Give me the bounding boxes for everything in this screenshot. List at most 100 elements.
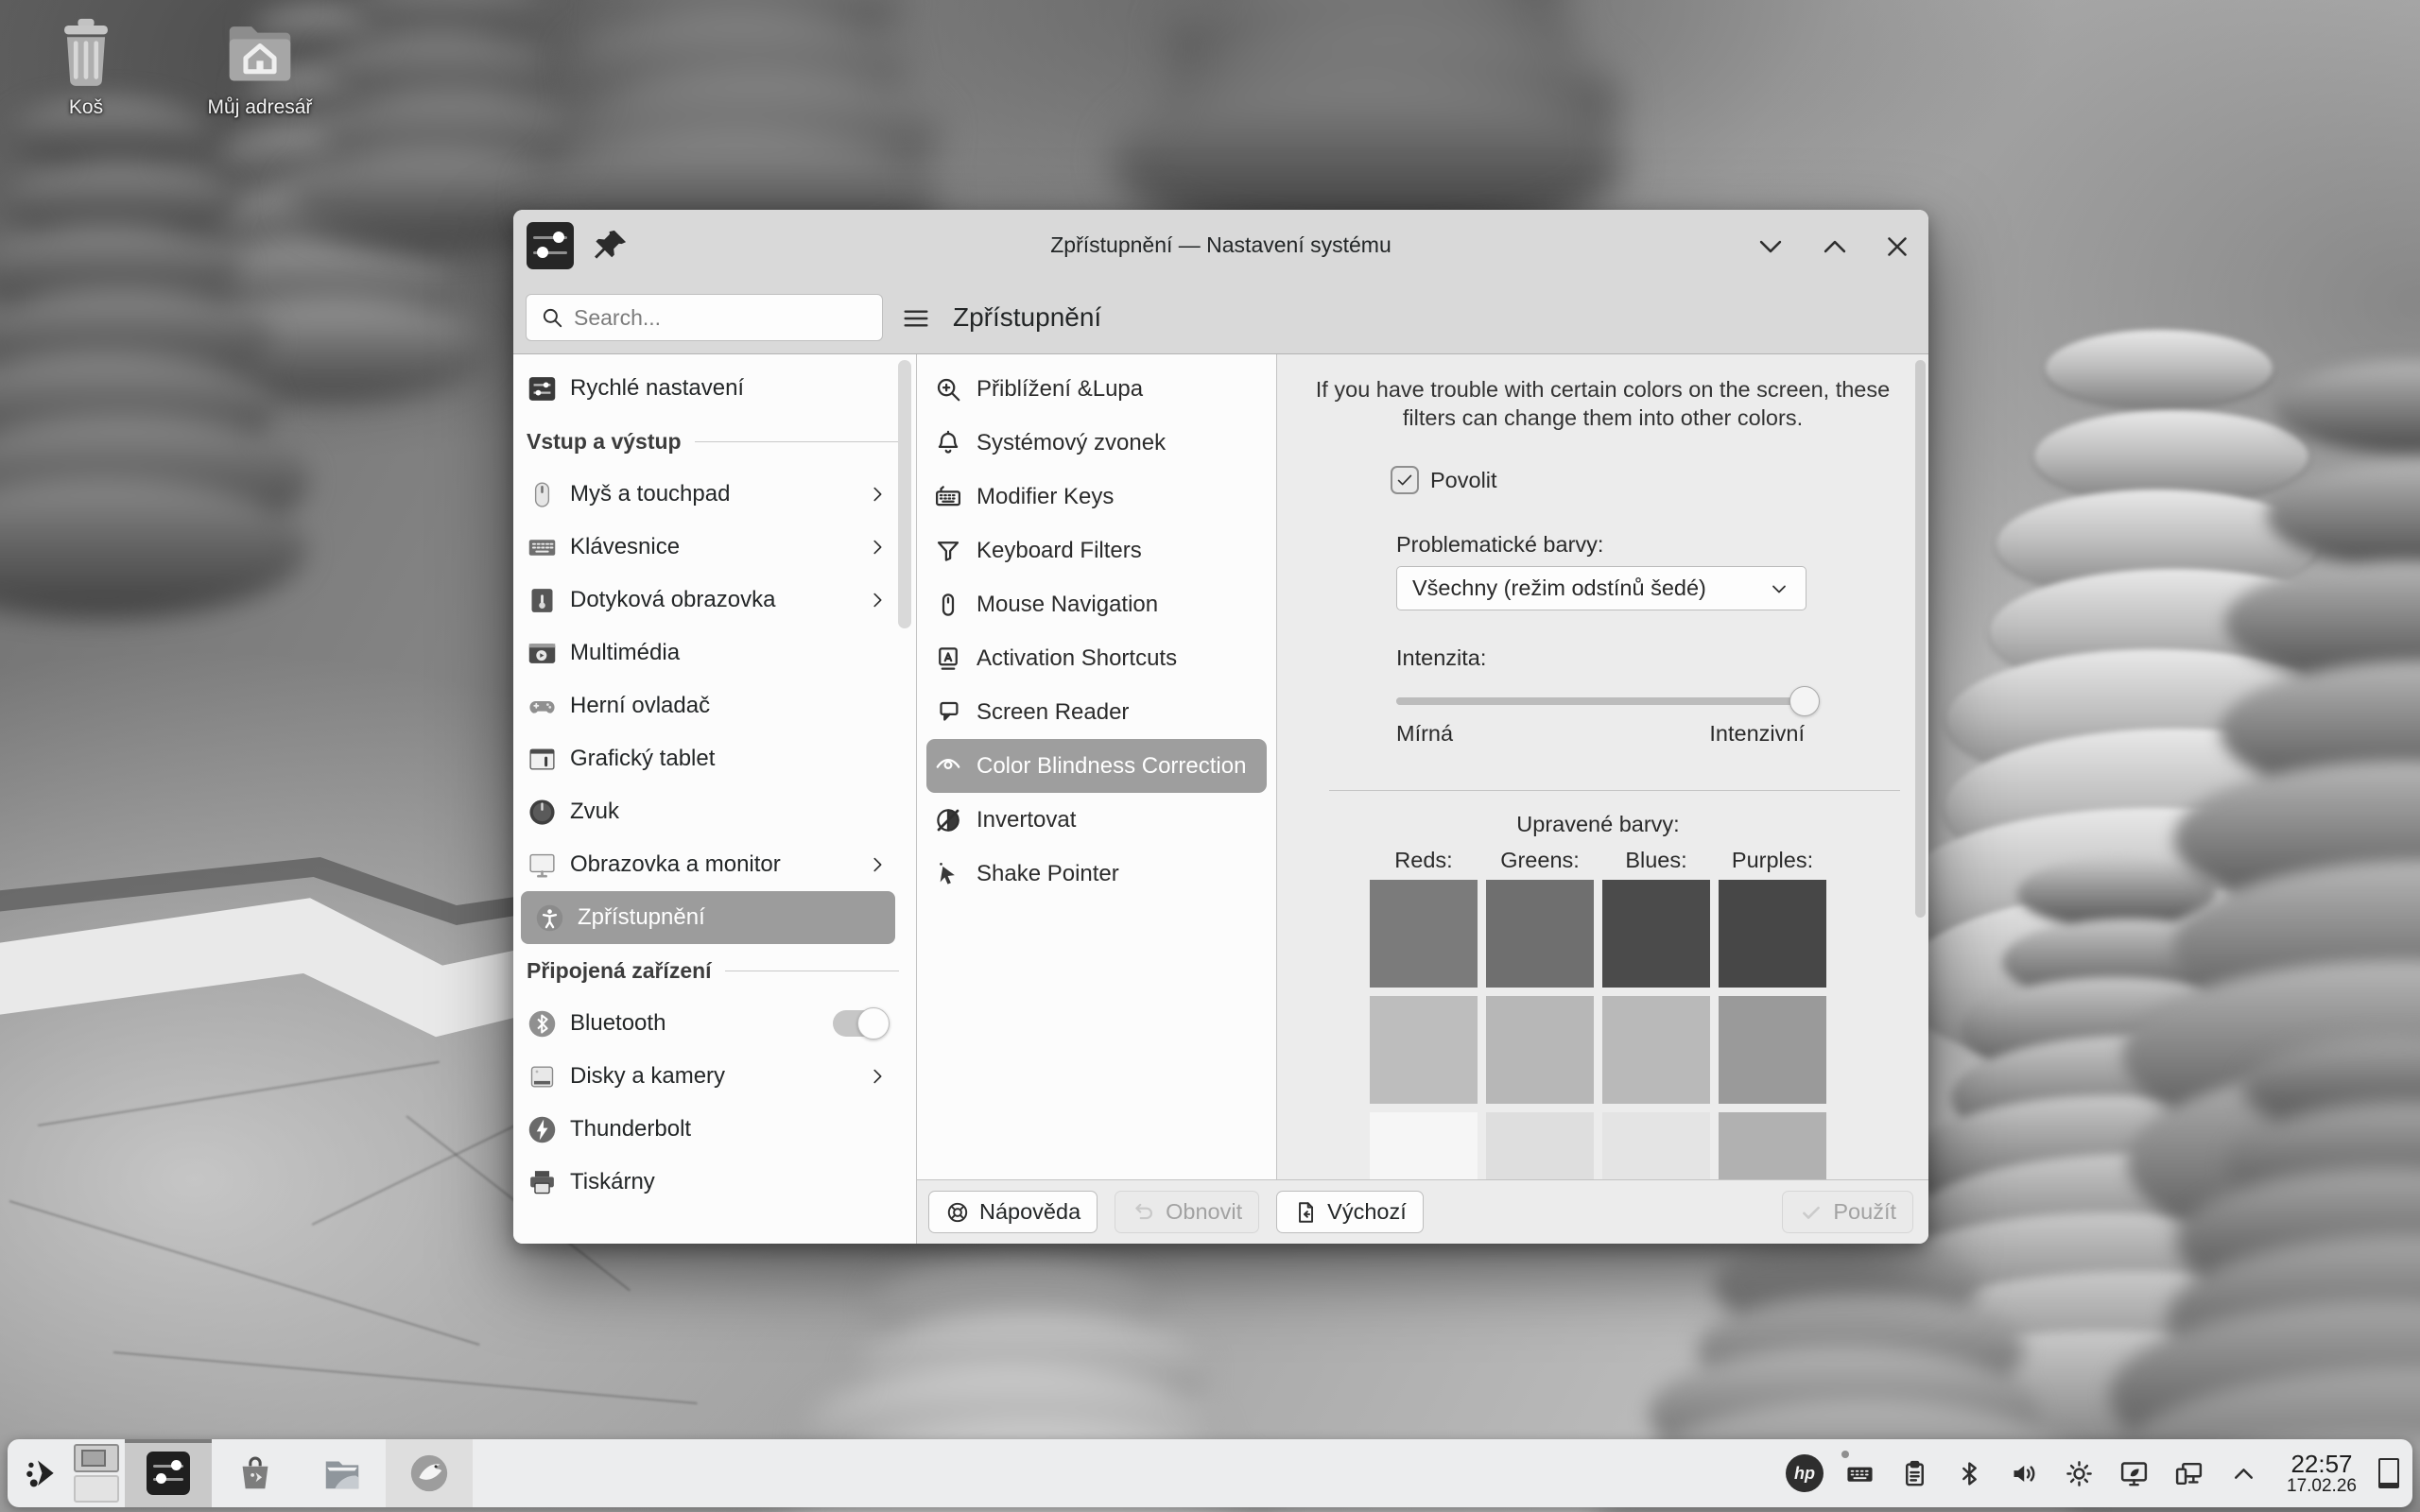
desktop-icon-home[interactable]: Můj adresář bbox=[199, 11, 321, 119]
help-button[interactable]: Nápověda bbox=[928, 1191, 1098, 1233]
accessibility-item-keyboard-filters[interactable]: Keyboard Filters bbox=[917, 524, 1276, 577]
tray-power-leaf-icon[interactable] bbox=[2106, 1439, 2161, 1507]
sidebar-item-dotykov-obrazovka[interactable]: Dotyková obrazovka bbox=[513, 574, 916, 627]
undo-icon bbox=[1132, 1200, 1156, 1225]
window-header: Zpřístupnění — Nastavení systému Search.… bbox=[513, 210, 1928, 354]
sidebar-item-label: Multimédia bbox=[570, 640, 888, 666]
bell-icon bbox=[934, 429, 962, 457]
accessibility-item-label: Color Blindness Correction bbox=[977, 753, 1246, 780]
pager-desktop-2[interactable] bbox=[74, 1475, 119, 1503]
intensity-slider[interactable] bbox=[1396, 685, 1805, 715]
desktop-icon-trash[interactable]: Koš bbox=[25, 11, 147, 119]
show-desktop-button[interactable] bbox=[2373, 1439, 2405, 1507]
sidebar-item-obrazovka-a-monitor[interactable]: Obrazovka a monitor bbox=[513, 838, 916, 891]
keyboard-icon bbox=[527, 532, 558, 563]
problem-colors-dropdown[interactable]: Všechny (režim odstínů šedé) bbox=[1396, 566, 1806, 610]
tray-display-connect-icon[interactable] bbox=[2161, 1439, 2216, 1507]
sidebar-item-zp-stupn-n-[interactable]: Zpřístupnění bbox=[521, 891, 895, 944]
titlebar[interactable]: Zpřístupnění — Nastavení systému bbox=[513, 210, 1928, 281]
accessibility-item-label: Shake Pointer bbox=[977, 861, 1119, 887]
sidebar-item-multim-dia[interactable]: Multimédia bbox=[513, 627, 916, 679]
sidebar-section-header: Připojená zařízení bbox=[513, 944, 916, 997]
taskbar-task-systemsettings[interactable] bbox=[125, 1439, 212, 1507]
sidebar-section-label: Připojená zařízení bbox=[527, 958, 712, 984]
tray-keyboard-tray-icon[interactable] bbox=[1832, 1439, 1887, 1507]
sidebar-item-kl-vesnice[interactable]: Klávesnice bbox=[513, 521, 916, 574]
taskbar-task-falkon[interactable] bbox=[386, 1439, 473, 1507]
toolbar: Search... Zpřístupnění bbox=[513, 281, 1928, 354]
sidebar-item-disky-a-kamery[interactable]: Disky a kamery bbox=[513, 1050, 916, 1103]
sidebar: Rychlé nastavení Vstup a výstupMyš a touc… bbox=[513, 354, 917, 1244]
discover-icon bbox=[233, 1452, 277, 1495]
sidebar-item-tisk-rny[interactable]: Tiskárny bbox=[513, 1156, 916, 1209]
color-swatch bbox=[1486, 880, 1594, 988]
application-launcher-icon[interactable] bbox=[15, 1439, 68, 1507]
virtual-desktop-pager[interactable] bbox=[74, 1444, 119, 1503]
falkon-icon bbox=[407, 1452, 451, 1495]
sidebar-item-label: Rychlé nastavení bbox=[570, 375, 888, 402]
accessibility-item-shake-pointer[interactable]: Shake Pointer bbox=[917, 847, 1276, 901]
tray-chevron-up-tray-icon[interactable] bbox=[2216, 1439, 2271, 1507]
sidebar-item-thunderbolt[interactable]: Thunderbolt bbox=[513, 1103, 916, 1156]
tray-hp-icon[interactable]: hp bbox=[1777, 1439, 1832, 1507]
accessibility-item-invertovat[interactable]: Invertovat bbox=[917, 793, 1276, 847]
search-icon bbox=[540, 305, 564, 330]
accessibility-item-screen-reader[interactable]: Screen Reader bbox=[917, 685, 1276, 739]
enable-checkbox[interactable] bbox=[1391, 466, 1419, 494]
drives-icon bbox=[527, 1061, 558, 1092]
accessibility-item-label: Přiblížení &Lupa bbox=[977, 376, 1143, 403]
sidebar-item-label: Herní ovladač bbox=[570, 693, 888, 719]
sidebar-section-header: Vstup a výstup bbox=[513, 415, 916, 468]
accessibility-item-syst-mov-zvonek[interactable]: Systémový zvonek bbox=[917, 416, 1276, 470]
help-icon bbox=[945, 1200, 970, 1225]
sidebar-item-label: Grafický tablet bbox=[570, 746, 888, 772]
pager-desktop-1[interactable] bbox=[74, 1444, 119, 1472]
tray-brightness-icon[interactable] bbox=[2051, 1439, 2106, 1507]
maximize-button[interactable] bbox=[1817, 229, 1853, 265]
sidebar-item-rychl-nastaven-[interactable]: Rychlé nastavení bbox=[513, 362, 916, 415]
color-swatch bbox=[1486, 996, 1594, 1104]
accessibility-item-mouse-navigation[interactable]: Mouse Navigation bbox=[917, 577, 1276, 631]
sidebar-item-bluetooth[interactable]: Bluetooth bbox=[513, 997, 916, 1050]
slider-handle[interactable] bbox=[1789, 686, 1820, 716]
defaults-button[interactable]: Výchozí bbox=[1276, 1191, 1424, 1233]
reset-button[interactable]: Obnovit bbox=[1115, 1191, 1259, 1233]
minimize-button[interactable] bbox=[1753, 229, 1789, 265]
accessibility-item-modifier-keys[interactable]: Modifier Keys bbox=[917, 470, 1276, 524]
taskbar-task-discover[interactable] bbox=[212, 1439, 299, 1507]
clock-date: 17.02.26 bbox=[2287, 1477, 2357, 1497]
mode-label: Problematické barvy: bbox=[1396, 532, 1603, 558]
accessibility-item-label: Invertovat bbox=[977, 807, 1076, 833]
accessibility-item-color-blindness-correction[interactable]: Color Blindness Correction bbox=[926, 739, 1267, 793]
close-button[interactable] bbox=[1879, 229, 1915, 265]
chevron-right-icon bbox=[867, 854, 888, 875]
sidebar-item-label: Dotyková obrazovka bbox=[570, 587, 855, 613]
tray-bluetooth-tray-icon[interactable] bbox=[1942, 1439, 1996, 1507]
tray-volume-icon[interactable] bbox=[1996, 1439, 2051, 1507]
home-folder-icon bbox=[219, 11, 301, 93]
tray-clipboard-icon[interactable] bbox=[1887, 1439, 1942, 1507]
hamburger-menu-icon[interactable] bbox=[897, 300, 935, 337]
accessibility-item-activation-shortcuts[interactable]: Activation Shortcuts bbox=[917, 631, 1276, 685]
intensity-max-label: Intenzivní bbox=[1709, 721, 1805, 747]
taskbar-task-dolphin[interactable] bbox=[299, 1439, 386, 1507]
bluetooth-toggle[interactable] bbox=[833, 1010, 888, 1037]
panel-scrollbar[interactable] bbox=[1915, 360, 1926, 918]
apply-button[interactable]: Použít bbox=[1782, 1191, 1913, 1233]
dolphin-icon bbox=[320, 1452, 364, 1495]
sidebar-item-hern-ovlada-[interactable]: Herní ovladač bbox=[513, 679, 916, 732]
sidebar-item-zvuk[interactable]: Zvuk bbox=[513, 785, 916, 838]
gamepad-icon bbox=[527, 691, 558, 722]
accessibility-item-p-ibl-en-lupa[interactable]: Přiblížení &Lupa bbox=[917, 362, 1276, 416]
sidebar-item-grafick-tablet[interactable]: Grafický tablet bbox=[513, 732, 916, 785]
sidebar-item-label: Klávesnice bbox=[570, 534, 855, 560]
sidebar-item-label: Tiskárny bbox=[570, 1169, 888, 1195]
clock[interactable]: 22:57 17.02.26 bbox=[2271, 1451, 2373, 1497]
sidebar-item-my-a-touchpad[interactable]: Myš a touchpad bbox=[513, 468, 916, 521]
chevron-right-icon bbox=[867, 537, 888, 558]
sidebar-scrollbar[interactable] bbox=[898, 360, 911, 628]
color-swatch bbox=[1719, 880, 1826, 988]
color-swatch bbox=[1370, 996, 1478, 1104]
check-icon bbox=[1799, 1200, 1824, 1225]
search-input[interactable]: Search... bbox=[526, 294, 883, 341]
